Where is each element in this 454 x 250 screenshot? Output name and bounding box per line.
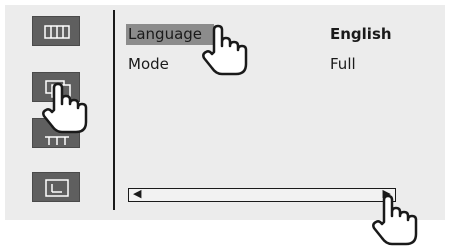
column-divider [113,10,115,210]
pointing-hand-icon [42,82,88,134]
mode-value[interactable]: Full [330,54,356,74]
pointing-hand-icon [202,24,248,76]
mode-label[interactable]: Mode [128,54,169,74]
audio-settings-button[interactable] [32,16,80,46]
pointing-hand-icon [372,194,418,246]
scroll-left-arrow-icon[interactable]: ◀ [133,187,141,200]
language-value[interactable]: English [330,24,392,44]
audio-settings-icon [44,25,70,39]
system-settings-button[interactable] [32,172,80,202]
language-label[interactable]: Language [128,24,202,44]
system-icon [45,179,69,197]
horizontal-scrollbar[interactable]: ◀ ▶ [128,187,396,202]
